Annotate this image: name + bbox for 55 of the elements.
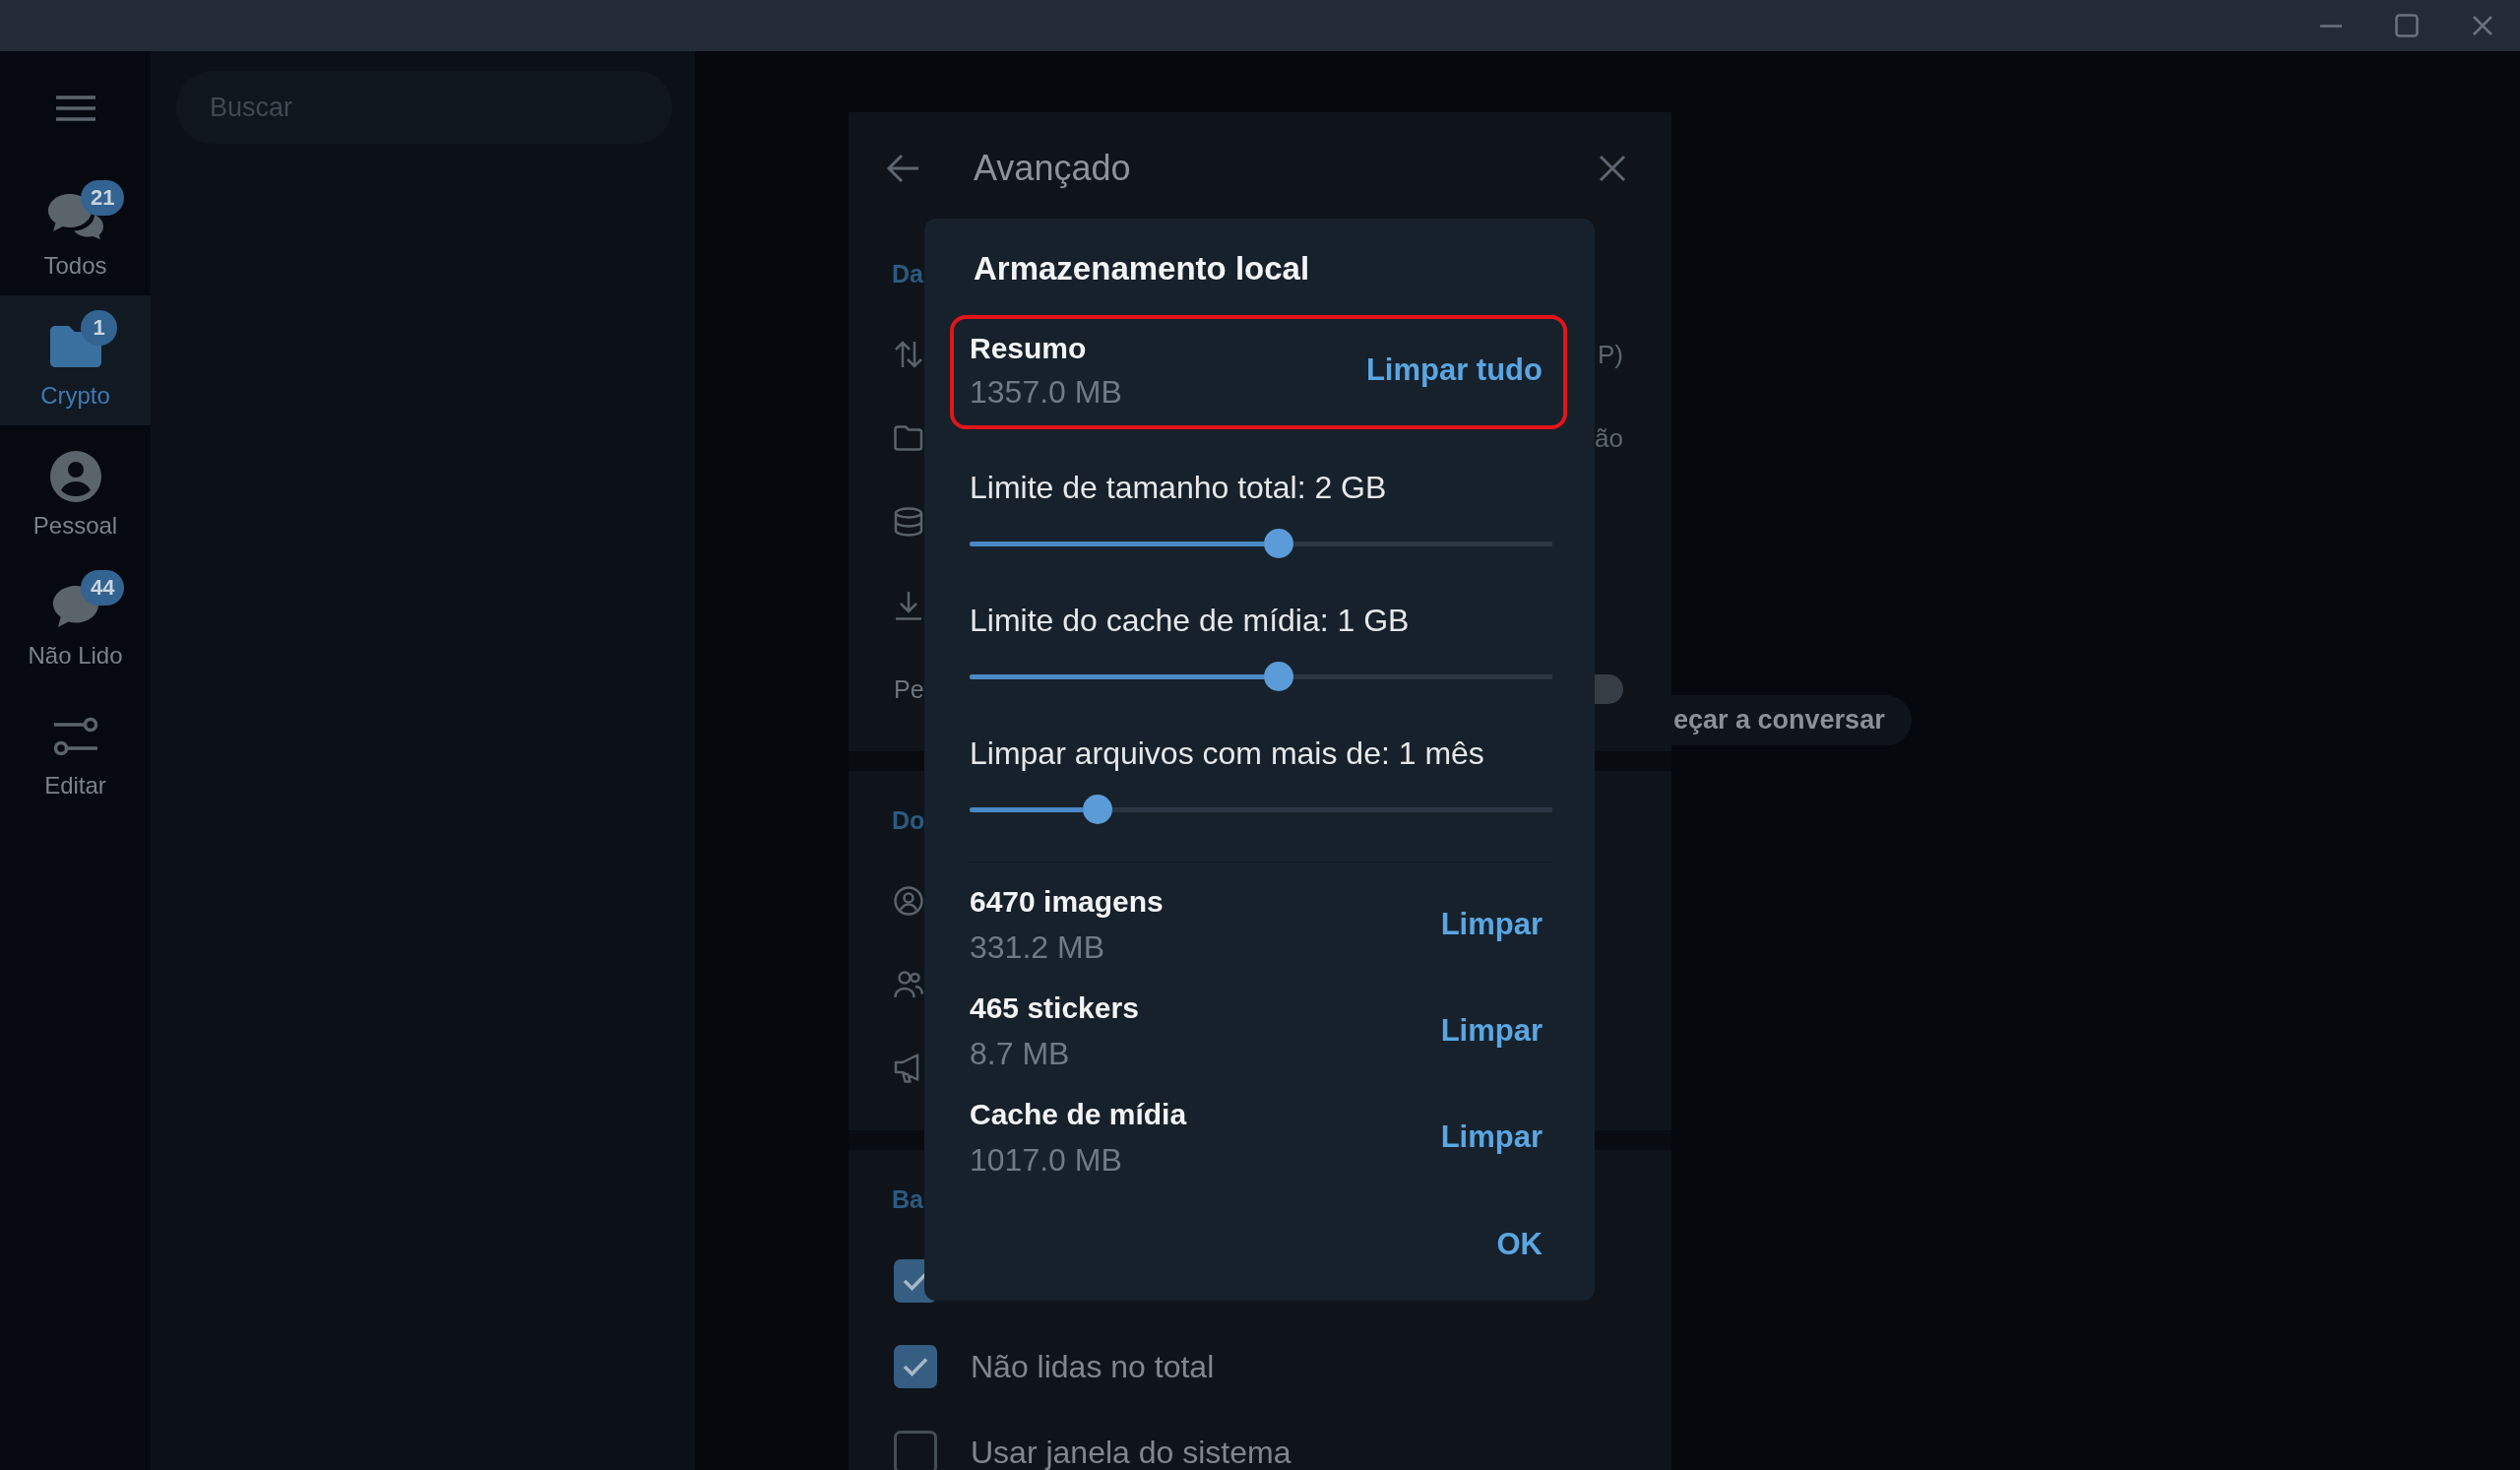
close-icon[interactable] (2472, 16, 2492, 35)
folder-tab[interactable]: Não Lido 44 (0, 555, 151, 685)
category-size: 1017.0 MB (970, 1142, 1123, 1178)
chat-hint: eçar a conversar (1671, 695, 1912, 745)
maximize-icon[interactable] (2394, 14, 2419, 37)
category-title: 6470 imagens (970, 884, 1164, 920)
category-title: Cache de mídia (970, 1097, 1187, 1132)
setting-value: ão (1595, 421, 1623, 455)
panel-title: Avançado (974, 147, 1131, 190)
unread-count-badge: 1 (81, 310, 117, 346)
person-icon (49, 451, 101, 502)
category-title: 465 stickers (970, 991, 1139, 1026)
people-icon (894, 970, 923, 998)
checkmark-icon (903, 1356, 928, 1376)
unread-count-badge: 21 (81, 180, 125, 216)
slider-thumb[interactable] (1263, 662, 1293, 691)
folder-tab[interactable]: Editar (0, 685, 151, 815)
ok-button[interactable]: OK (1496, 1227, 1543, 1262)
clear-all-link[interactable]: Limpar tudo (1365, 352, 1543, 388)
section-header: Ba (892, 1184, 923, 1215)
folder-tab[interactable]: Crypto 1 (0, 295, 151, 425)
folder-tab[interactable]: Pessoal (0, 425, 151, 555)
folder-tab[interactable]: Todos 21 (0, 165, 151, 295)
user-circle-icon (894, 885, 923, 916)
summary-size: 1357.0 MB (970, 374, 1122, 410)
checkbox-label: Não lidas no total (971, 1348, 1215, 1384)
slider-label: Limite de tamanho total: 2 GB (970, 470, 1388, 505)
setting-value: P) (1598, 338, 1623, 371)
section-header: Da (892, 259, 923, 289)
checkbox-label: Usar janela do sistema (971, 1434, 1292, 1470)
sliders-icon (51, 717, 99, 756)
close-icon[interactable] (1599, 155, 1626, 182)
checkbox[interactable] (894, 1430, 937, 1470)
up-down-arrows-icon (894, 339, 923, 369)
category-size: 8.7 MB (970, 1036, 1071, 1071)
section-header: Do (892, 805, 925, 836)
clear-link[interactable]: Limpar (1440, 1119, 1543, 1155)
back-arrow-icon[interactable] (886, 154, 919, 183)
menu-icon[interactable] (55, 96, 95, 121)
database-icon (894, 506, 923, 537)
unread-count-badge: 44 (81, 570, 125, 606)
slider-label: Limite do cache de mídia: 1 GB (970, 603, 1411, 638)
slider-thumb[interactable] (1263, 529, 1293, 558)
slider-thumb[interactable] (1083, 795, 1113, 824)
clear-link[interactable]: Limpar (1440, 907, 1543, 942)
slider-label: Limpar arquivos com mais de: 1 mês (970, 735, 1485, 771)
checkbox[interactable] (894, 1344, 937, 1388)
clear-link[interactable]: Limpar (1440, 1013, 1543, 1049)
setting-label: Pe (894, 673, 924, 705)
summary-title: Resumo (970, 331, 1088, 366)
folder-icon (894, 424, 923, 451)
dialog-title: Armazenamento local (974, 249, 1311, 288)
minimize-icon[interactable] (2319, 24, 2342, 28)
category-size: 331.2 MB (970, 929, 1105, 965)
download-icon (894, 590, 923, 620)
